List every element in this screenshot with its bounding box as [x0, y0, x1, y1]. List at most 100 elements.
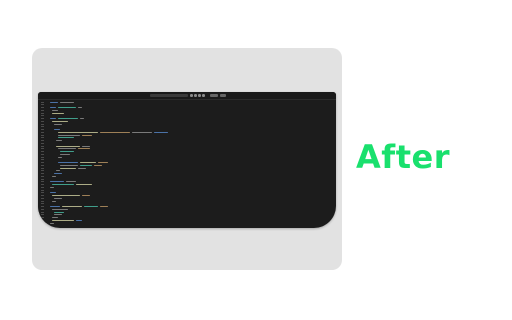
code-token [100, 206, 108, 208]
code-token [52, 112, 64, 114]
line-number [41, 195, 44, 196]
code-line [38, 164, 336, 166]
search-icon[interactable] [190, 94, 193, 97]
code-line [38, 203, 336, 205]
code-line [38, 195, 336, 197]
code-token [82, 145, 90, 147]
sync-icon[interactable] [194, 94, 197, 97]
code-token [52, 217, 58, 219]
code-token [52, 175, 56, 177]
layout-icon[interactable] [210, 94, 218, 97]
line-number [41, 211, 44, 213]
code-line [38, 197, 336, 199]
code-line [38, 126, 336, 128]
line-number [41, 153, 44, 155]
line-number [41, 156, 44, 158]
line-number [41, 120, 44, 122]
code-token [50, 186, 54, 188]
line-number [41, 126, 44, 128]
line-number [41, 197, 44, 199]
line-number [41, 222, 44, 224]
line-number [41, 184, 44, 185]
code-line [38, 217, 336, 219]
command-search-input[interactable] [150, 93, 188, 97]
line-number [41, 142, 44, 144]
code-line [38, 140, 336, 142]
code-text-area[interactable] [38, 100, 336, 228]
code-line [38, 123, 336, 125]
editor-titlebar [38, 92, 336, 100]
code-line [38, 104, 336, 106]
code-line [38, 211, 336, 213]
settings-icon[interactable] [202, 94, 205, 97]
line-number [41, 101, 44, 103]
line-number [41, 131, 44, 133]
code-line [38, 178, 336, 180]
line-number [41, 170, 44, 172]
code-token [52, 195, 80, 197]
code-line [38, 189, 336, 191]
code-line [38, 101, 336, 103]
code-token [58, 134, 80, 136]
code-line [38, 131, 336, 133]
line-number [41, 200, 44, 202]
line-number [41, 151, 44, 152]
code-token [98, 162, 108, 164]
code-token [50, 101, 58, 103]
line-number [41, 175, 44, 177]
line-number [41, 178, 44, 180]
code-line [38, 109, 336, 111]
code-token [58, 107, 76, 109]
line-number [41, 107, 44, 108]
code-line [38, 170, 336, 172]
code-token [58, 156, 62, 158]
code-token [82, 134, 92, 136]
code-token [78, 107, 82, 109]
code-token [80, 164, 92, 166]
branch-icon[interactable] [198, 94, 201, 97]
line-number [41, 129, 44, 130]
code-line [38, 192, 336, 194]
code-token [76, 184, 92, 186]
line-number [41, 219, 44, 221]
line-number [41, 192, 44, 194]
code-line [38, 120, 336, 122]
line-number [41, 134, 44, 136]
code-token [78, 167, 86, 169]
line-number [41, 123, 44, 125]
line-number [41, 167, 44, 169]
line-number [41, 104, 44, 106]
code-token [100, 131, 130, 133]
code-line [38, 162, 336, 164]
line-number [41, 214, 44, 216]
line-number [41, 137, 44, 139]
line-number [41, 186, 44, 188]
line-number [41, 189, 44, 191]
code-token [50, 206, 60, 208]
line-number [41, 145, 44, 147]
code-line [38, 206, 336, 208]
code-token [56, 145, 80, 147]
code-line [38, 115, 336, 117]
code-line [38, 118, 336, 120]
code-token [60, 164, 78, 166]
line-number [41, 159, 44, 161]
line-number [41, 208, 44, 210]
code-line [38, 167, 336, 169]
code-token [58, 131, 98, 133]
account-icon[interactable] [220, 94, 226, 97]
code-token [132, 131, 152, 133]
code-editor-window[interactable] [38, 92, 336, 228]
line-number [41, 148, 44, 150]
code-token [50, 107, 56, 109]
code-line [38, 175, 336, 177]
code-token [60, 101, 74, 103]
code-line [38, 112, 336, 114]
code-line [38, 148, 336, 150]
after-label: After [356, 138, 450, 176]
code-token [52, 208, 68, 210]
code-line [38, 184, 336, 186]
code-line [38, 173, 336, 175]
code-line [38, 186, 336, 188]
line-number [41, 115, 44, 117]
